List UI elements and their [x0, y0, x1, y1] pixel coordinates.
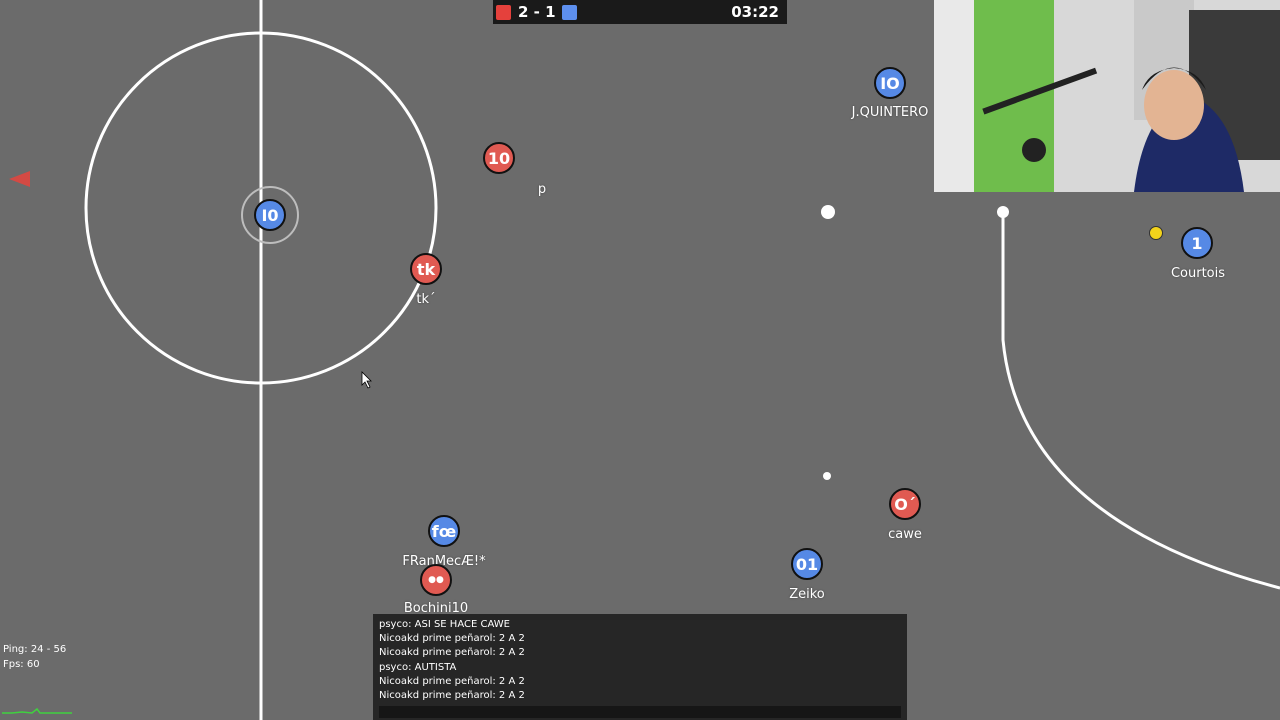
ball	[821, 205, 835, 219]
player-name: Courtois	[1170, 266, 1226, 281]
red-team-indicator	[496, 5, 511, 20]
fps-readout: Fps: 60	[3, 658, 40, 670]
chat-message: psyco: AUTISTA	[379, 661, 457, 673]
score: 2 - 1	[518, 3, 556, 21]
small-ball	[823, 472, 831, 480]
match-timer: 03:22	[731, 3, 779, 21]
performance-stats: Ping: 24 - 56 Fps: 60	[3, 643, 66, 672]
player-disc: I0	[254, 199, 286, 231]
player-name: tk´	[416, 292, 436, 307]
fps-graph	[2, 707, 72, 714]
chat-input[interactable]	[379, 706, 901, 718]
chat-message: Nicoakd prime peñarol: 2 A 2	[379, 690, 525, 702]
yellow-ball	[1149, 226, 1163, 240]
chat-message: Nicoakd prime peñarol: 2 A 2	[379, 633, 525, 645]
player-disc: 10	[483, 142, 515, 174]
player-disc: IO	[874, 67, 906, 99]
player-name: Zeiko	[789, 587, 825, 602]
webcam-overlay	[934, 0, 1280, 192]
player-name: cawe	[888, 527, 922, 542]
ping-readout: Ping: 24 - 56	[3, 644, 67, 655]
player-disc: 1	[1181, 227, 1213, 259]
chat-message: Nicoakd prime peñarol: 2 A 2	[379, 647, 525, 659]
chat-panel: psyco: ASI SE HACE CAWE Nicoakd prime pe…	[373, 614, 907, 720]
goal-post	[997, 206, 1009, 218]
scoreboard: 2 - 1 03:22	[493, 0, 787, 24]
player-disc: O´	[889, 488, 921, 520]
player-disc: 01	[791, 548, 823, 580]
player-name: p	[537, 182, 547, 197]
blue-team-indicator	[562, 5, 577, 20]
player-disc: ●●	[420, 564, 452, 596]
player-disc: fœ	[428, 515, 460, 547]
player-name: J.QUINTERO	[851, 105, 929, 120]
chat-message: Nicoakd prime peñarol: 2 A 2	[379, 675, 525, 687]
chat-message: psyco: ASI SE HACE CAWE	[379, 619, 510, 630]
player-disc: tk	[410, 253, 442, 285]
